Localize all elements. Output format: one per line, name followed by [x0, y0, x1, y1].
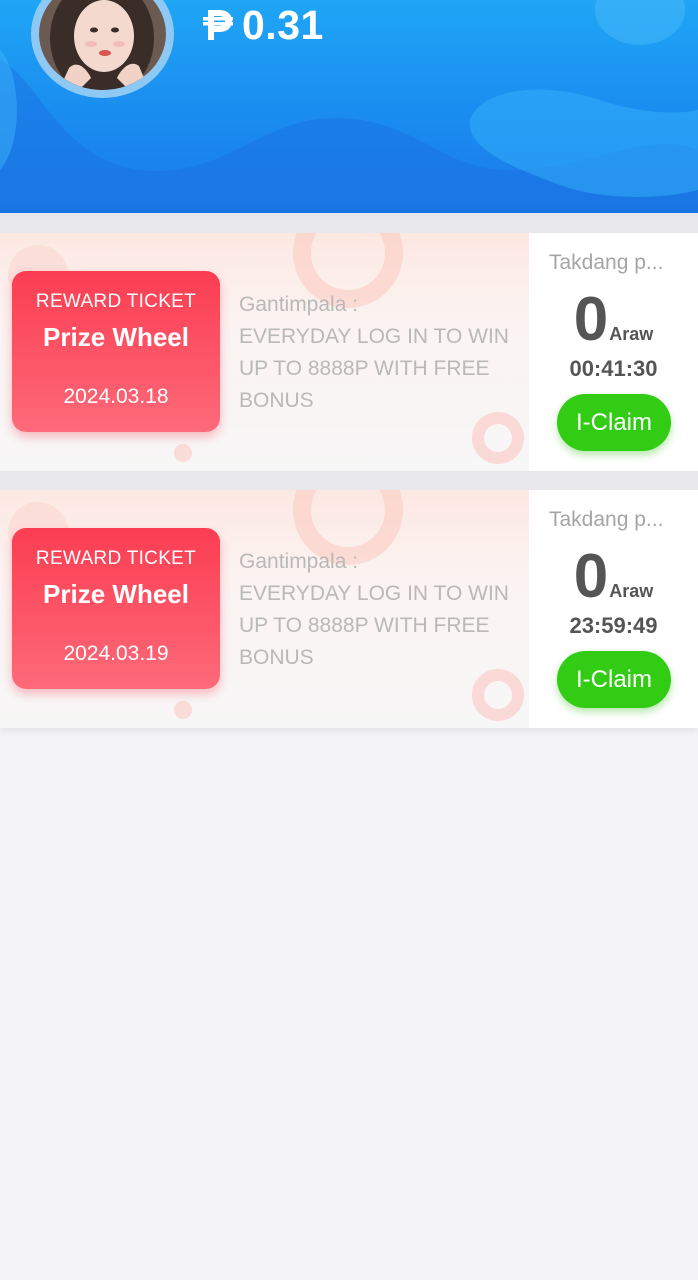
card-gap: [0, 471, 698, 490]
claim-button[interactable]: I-Claim: [557, 651, 671, 708]
ticket-kicker: REWARD TICKET: [35, 291, 197, 312]
reward-ticket-card: REWARD TICKET Prize Wheel 2024.03.18 Gan…: [0, 233, 698, 471]
balance-value: 0.31: [242, 1, 324, 48]
ticket-kicker: REWARD TICKET: [35, 548, 197, 569]
ticket-info-panel: REWARD TICKET Prize Wheel 2024.03.19 Gan…: [0, 490, 529, 728]
reward-ticket-card: REWARD TICKET Prize Wheel 2024.03.19 Gan…: [0, 490, 698, 728]
days-count: 0: [573, 285, 609, 354]
prize-label: Gantimpala :: [239, 550, 359, 573]
prize-ticket[interactable]: REWARD TICKET Prize Wheel 2024.03.18: [12, 271, 220, 432]
prize-ticket[interactable]: REWARD TICKET Prize Wheel 2024.03.19: [12, 528, 220, 689]
header-banner: 0.31: [0, 0, 698, 213]
prize-text-line: BONUS: [239, 646, 314, 669]
deadline-label: Takdang p...: [549, 251, 664, 274]
prize-description: Gantimpala : EVERYDAY LOG IN TO WIN UP T…: [239, 546, 521, 674]
ticket-title: Prize Wheel: [43, 322, 189, 352]
ticket-date: 2024.03.18: [63, 385, 169, 408]
days-remaining: 0 Araw: [529, 542, 698, 612]
prize-label: Gantimpala :: [239, 293, 359, 316]
balance: 0.31: [202, 2, 324, 48]
deadline-panel: Takdang p... 0 Araw 23:59:49 I-Claim: [529, 490, 698, 728]
ticket-title: Prize Wheel: [43, 579, 189, 609]
countdown-timer: 23:59:49: [569, 613, 658, 638]
days-count: 0: [573, 542, 609, 611]
prize-text-line: UP TO 8888P WITH FREE: [239, 357, 490, 380]
section-divider: [0, 213, 698, 233]
days-unit: Araw: [609, 324, 654, 344]
prize-description: Gantimpala : EVERYDAY LOG IN TO WIN UP T…: [239, 289, 521, 417]
avatar-portrait: [39, 0, 166, 90]
ticket-info-panel: REWARD TICKET Prize Wheel 2024.03.18 Gan…: [0, 233, 529, 471]
days-remaining: 0 Araw: [529, 285, 698, 355]
prize-text-line: UP TO 8888P WITH FREE: [239, 614, 490, 637]
prize-text-line: EVERYDAY LOG IN TO WIN: [239, 325, 509, 348]
peso-icon: [203, 10, 233, 40]
deadline-label: Takdang p...: [549, 508, 664, 531]
ticket-date: 2024.03.19: [63, 642, 169, 665]
claim-button[interactable]: I-Claim: [557, 394, 671, 451]
deadline-panel: Takdang p... 0 Araw 00:41:30 I-Claim: [529, 233, 698, 471]
countdown-timer: 00:41:30: [569, 356, 658, 381]
days-unit: Araw: [609, 581, 654, 601]
prize-text-line: EVERYDAY LOG IN TO WIN: [239, 582, 509, 605]
prize-text-line: BONUS: [239, 389, 314, 412]
